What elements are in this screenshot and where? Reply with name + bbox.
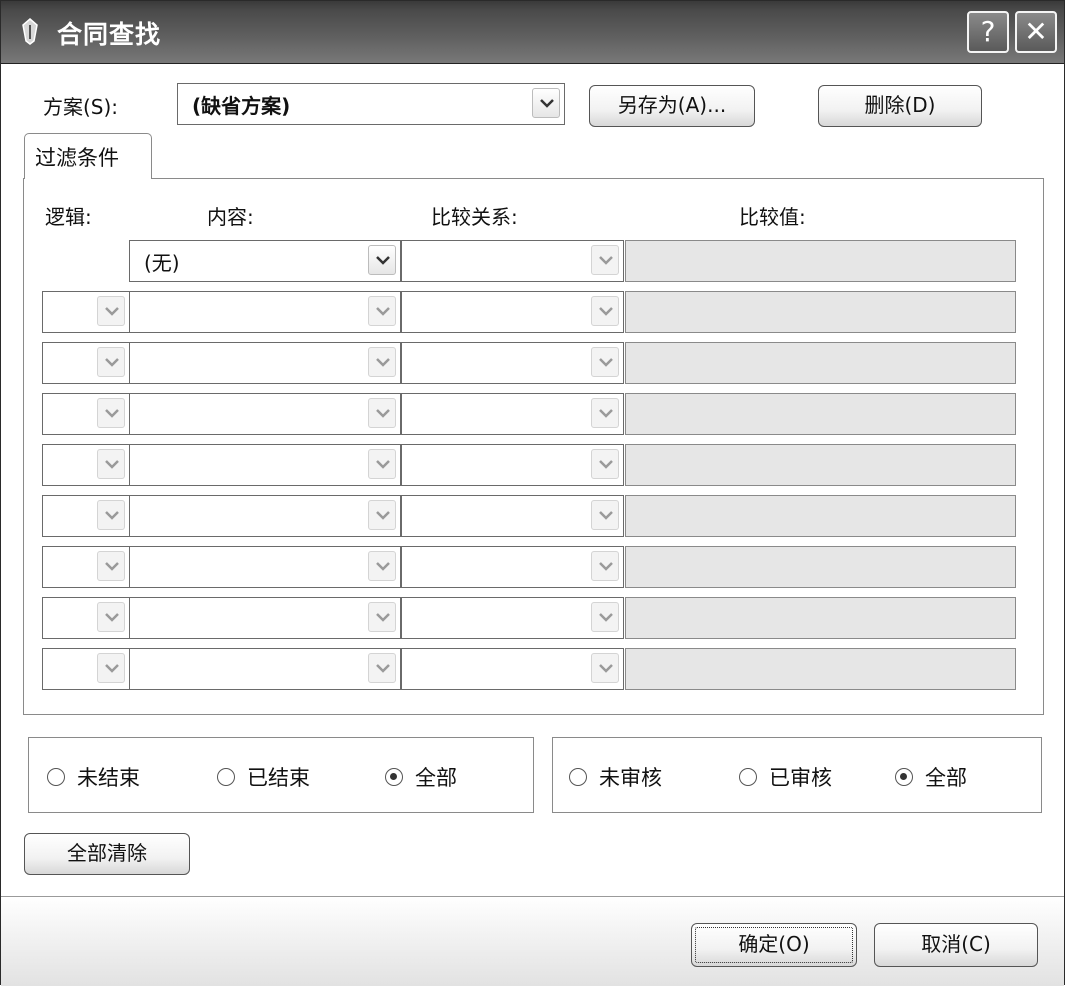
column-header-relation: 比较关系: [431,205,518,229]
help-button[interactable]: ? [967,11,1009,53]
title-bar: 合同查找 ? ✕ [1,1,1064,64]
relation-select[interactable] [401,597,624,639]
close-button[interactable]: ✕ [1015,11,1057,53]
relation-select[interactable] [401,240,624,282]
radio-audit-all[interactable] [895,768,913,786]
radio-status-all[interactable] [385,768,403,786]
chevron-down-icon[interactable] [591,500,619,530]
content-select[interactable] [129,597,401,639]
ok-button[interactable]: 确定(O) [691,923,857,967]
audit-option-audited: 已审核 [769,766,832,790]
chevron-down-icon[interactable] [532,88,560,118]
logic-select[interactable] [42,444,130,486]
logic-select[interactable] [42,546,130,588]
status-option-all: 全部 [415,766,457,790]
logic-select[interactable] [42,648,130,690]
logic-select[interactable] [42,393,130,435]
scheme-label: 方案(S): [43,95,119,119]
status-option-unfinished: 未结束 [77,766,140,790]
relation-select[interactable] [401,291,624,333]
save-as-button[interactable]: 另存为(A)... [589,85,755,127]
compare-value-field[interactable] [625,393,1016,435]
relation-select[interactable] [401,648,624,690]
radio-status-finished[interactable] [217,768,235,786]
chevron-down-icon[interactable] [97,500,125,530]
chevron-down-icon[interactable] [368,653,396,683]
chevron-down-icon[interactable] [591,653,619,683]
chevron-down-icon[interactable] [368,551,396,581]
relation-select[interactable] [401,342,624,384]
content-select[interactable] [129,444,401,486]
scheme-select[interactable]: (缺省方案) [177,83,565,125]
audit-radio-group: 未审核 已审核 全部 [552,737,1042,813]
content-select[interactable] [129,291,401,333]
content-value: (无) [144,251,180,275]
status-radio-group: 未结束 已结束 全部 [28,737,534,813]
content-select[interactable] [129,495,401,537]
compare-value-field[interactable] [625,597,1016,639]
content-select[interactable] [129,546,401,588]
radio-audit-unaudited[interactable] [569,768,587,786]
chevron-down-icon[interactable] [368,602,396,632]
audit-option-unaudited: 未审核 [599,766,662,790]
content-select[interactable]: (无) [129,240,401,282]
compare-value-field[interactable] [625,495,1016,537]
contract-app-icon [22,18,38,45]
chevron-down-icon[interactable] [591,347,619,377]
chevron-down-icon[interactable] [368,245,396,275]
chevron-down-icon[interactable] [97,602,125,632]
chevron-down-icon[interactable] [368,500,396,530]
chevron-down-icon[interactable] [591,296,619,326]
chevron-down-icon[interactable] [97,449,125,479]
content-select[interactable] [129,342,401,384]
cancel-button[interactable]: 取消(C) [874,923,1038,967]
relation-select[interactable] [401,393,624,435]
compare-value-field[interactable] [625,546,1016,588]
chevron-down-icon[interactable] [97,296,125,326]
compare-value-field[interactable] [625,648,1016,690]
chevron-down-icon[interactable] [97,398,125,428]
content-select[interactable] [129,393,401,435]
compare-value-field[interactable] [625,240,1016,282]
relation-select[interactable] [401,546,624,588]
radio-audit-audited[interactable] [739,768,757,786]
logic-select[interactable] [42,291,130,333]
chevron-down-icon[interactable] [368,398,396,428]
compare-value-field[interactable] [625,444,1016,486]
chevron-down-icon[interactable] [97,653,125,683]
chevron-down-icon[interactable] [591,449,619,479]
clear-all-button[interactable]: 全部清除 [24,833,190,875]
audit-option-all: 全部 [925,766,967,790]
relation-select[interactable] [401,495,624,537]
status-option-finished: 已结束 [247,766,310,790]
tab-filter-label: 过滤条件 [35,146,119,170]
logic-select[interactable] [42,597,130,639]
chevron-down-icon[interactable] [591,245,619,275]
chevron-down-icon[interactable] [591,551,619,581]
compare-value-field[interactable] [625,342,1016,384]
radio-status-unfinished[interactable] [47,768,65,786]
tab-filter-conditions[interactable]: 过滤条件 [24,133,152,179]
logic-select[interactable] [42,342,130,384]
chevron-down-icon[interactable] [591,602,619,632]
scheme-value: (缺省方案) [192,94,291,118]
chevron-down-icon[interactable] [368,347,396,377]
compare-value-field[interactable] [625,291,1016,333]
logic-select[interactable] [42,495,130,537]
delete-button[interactable]: 删除(D) [818,85,982,127]
window-title: 合同查找 [57,20,162,49]
chevron-down-icon[interactable] [591,398,619,428]
content-select[interactable] [129,648,401,690]
chevron-down-icon[interactable] [368,449,396,479]
column-header-content: 内容: [207,205,254,229]
chevron-down-icon[interactable] [368,296,396,326]
column-header-logic: 逻辑: [45,205,92,229]
chevron-down-icon[interactable] [97,551,125,581]
chevron-down-icon[interactable] [97,347,125,377]
column-header-value: 比较值: [739,205,806,229]
contract-search-dialog: 合同查找 ? ✕ 方案(S): (缺省方案) 另存为(A)... 删除(D) 过… [0,0,1065,986]
relation-select[interactable] [401,444,624,486]
